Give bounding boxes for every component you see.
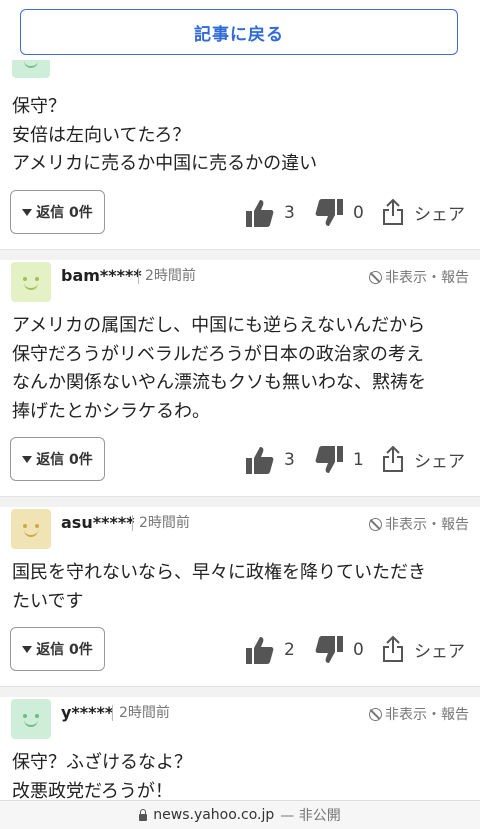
- divider: [0, 496, 480, 507]
- avatar: [11, 699, 51, 739]
- share-button[interactable]: シェア: [382, 445, 465, 473]
- reply-button[interactable]: 返信 0件: [10, 437, 105, 481]
- caret-down-icon: [22, 645, 33, 653]
- back-to-article-button[interactable]: 記事に戻る: [20, 9, 458, 55]
- reply-button[interactable]: 返信 0件: [10, 627, 105, 671]
- thumbs-down-icon: [315, 636, 343, 663]
- reply-button[interactable]: 返信 0件: [10, 190, 105, 234]
- share-icon: [383, 198, 403, 225]
- hide-report-link[interactable]: 非表示・報告: [369, 704, 469, 724]
- timestamp: 2時間前: [112, 705, 170, 721]
- share-button[interactable]: シェア: [382, 635, 465, 663]
- address-bar[interactable]: news.yahoo.co.jp — 非公開: [0, 800, 480, 829]
- thumbs-down-icon: [315, 446, 343, 473]
- comment-body: アメリカの属国だし、中国にも逆らえないんだから 保守だろうがリベラルだろうが日本…: [12, 315, 426, 422]
- avatar: [11, 262, 51, 302]
- like-button[interactable]: 3: [244, 198, 295, 228]
- hide-icon: [369, 517, 382, 531]
- comment-body: 保守？ 安倍は左向いてたろ？ アメリカに売るか中国に売るかの違い: [12, 96, 318, 174]
- caret-down-icon: [22, 208, 33, 216]
- hide-icon: [369, 707, 382, 721]
- like-button[interactable]: 2: [244, 635, 295, 665]
- url-status: — 非公開: [280, 808, 341, 824]
- username[interactable]: y*****: [61, 703, 113, 722]
- thumbs-down-icon: [315, 199, 343, 226]
- dislike-button[interactable]: 0: [313, 635, 364, 665]
- share-icon: [383, 635, 403, 662]
- comment-body: 保守？ふざけるなよ？ 改悪政党だろうが！: [12, 752, 192, 802]
- lock-icon: [139, 808, 148, 821]
- hide-report-link[interactable]: 非表示・報告: [369, 514, 469, 534]
- avatar: [11, 509, 51, 549]
- thumbs-up-icon: [246, 200, 274, 227]
- url-domain: news.yahoo.co.jp: [153, 807, 275, 823]
- comment-header: bam***** 2時間前 非表示・報告: [0, 262, 480, 306]
- thumbs-up-icon: [246, 637, 274, 664]
- comment-body: 国民を守れないなら、早々に政権を降りていただき たいです: [12, 562, 426, 612]
- back-bar: 記事に戻る: [0, 0, 480, 60]
- hide-icon: [369, 270, 382, 284]
- divider: [0, 249, 480, 260]
- timestamp: 2時間前: [132, 515, 190, 531]
- share-icon: [383, 445, 403, 472]
- dislike-button[interactable]: 0: [313, 198, 364, 228]
- comment-header: y***** 2時間前 非表示・報告: [0, 699, 480, 743]
- divider: [0, 686, 480, 697]
- comment-header: asu***** 2時間前 非表示・報告: [0, 509, 480, 553]
- thumbs-up-icon: [246, 447, 274, 474]
- username[interactable]: asu*****: [61, 513, 135, 532]
- dislike-button[interactable]: 1: [313, 445, 364, 475]
- share-button[interactable]: シェア: [382, 198, 465, 226]
- username[interactable]: bam*****: [61, 266, 142, 285]
- hide-report-link[interactable]: 非表示・報告: [369, 267, 469, 287]
- like-button[interactable]: 3: [244, 445, 295, 475]
- timestamp: 2時間前: [138, 268, 196, 284]
- caret-down-icon: [22, 455, 33, 463]
